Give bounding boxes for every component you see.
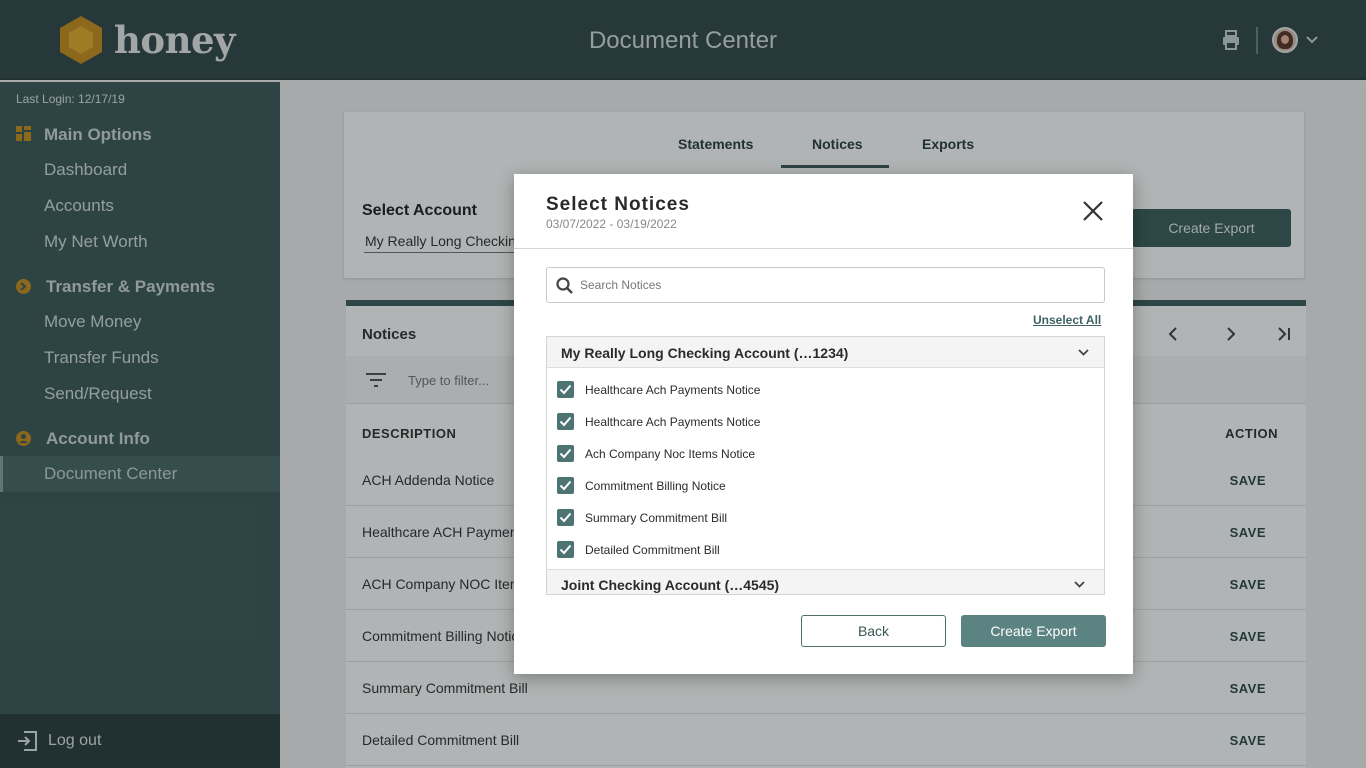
back-button[interactable]: Back xyxy=(801,615,946,647)
notice-label: Commitment Billing Notice xyxy=(585,479,726,493)
modal-divider xyxy=(514,248,1133,249)
notice-checkbox-row[interactable]: Summary Commitment Bill xyxy=(547,502,1104,534)
notice-checkbox-row[interactable]: Healthcare Ach Payments Notice xyxy=(547,406,1104,438)
checkbox-checked[interactable] xyxy=(557,541,574,558)
notice-checkbox-row[interactable]: Ach Company Noc Items Notice xyxy=(547,438,1104,470)
chevron-down-icon xyxy=(1074,581,1085,588)
search-icon xyxy=(556,277,573,294)
modal-title: Select Notices xyxy=(546,194,690,215)
checkbox-checked[interactable] xyxy=(557,381,574,398)
notice-checkbox-row[interactable]: Detailed Commitment Bill xyxy=(547,534,1104,566)
chevron-down-icon xyxy=(1078,349,1089,356)
notice-label: Healthcare Ach Payments Notice xyxy=(585,383,761,397)
notice-label: Detailed Commitment Bill xyxy=(585,543,720,557)
unselect-all-link[interactable]: Unselect All xyxy=(1033,313,1101,327)
checkbox-checked[interactable] xyxy=(557,477,574,494)
checkbox-checked[interactable] xyxy=(557,413,574,430)
checkbox-checked[interactable] xyxy=(557,509,574,526)
account-group-header[interactable]: Joint Checking Account (…4545) xyxy=(547,569,1104,594)
account-group-name: Joint Checking Account (…4545) xyxy=(561,577,780,593)
close-icon[interactable] xyxy=(1081,199,1105,223)
notice-label: Summary Commitment Bill xyxy=(585,511,728,525)
search-input[interactable] xyxy=(580,269,1100,301)
notice-label: Healthcare Ach Payments Notice xyxy=(585,415,761,429)
account-group-name: My Really Long Checking Account (…1234) xyxy=(561,345,849,361)
search-field[interactable] xyxy=(546,267,1105,303)
notice-checkbox-row[interactable]: Commitment Billing Notice xyxy=(547,470,1104,502)
checkbox-checked[interactable] xyxy=(557,445,574,462)
notices-list: My Really Long Checking Account (…1234) … xyxy=(546,336,1105,595)
notice-label: Ach Company Noc Items Notice xyxy=(585,447,756,461)
notice-checkbox-row[interactable]: Healthcare Ach Payments Notice xyxy=(547,374,1104,406)
account-group-header[interactable]: My Really Long Checking Account (…1234) xyxy=(547,337,1104,368)
create-export-button[interactable]: Create Export xyxy=(961,615,1106,647)
modal-date-range: 03/07/2022 - 03/19/2022 xyxy=(546,217,677,231)
select-notices-modal: Select Notices 03/07/2022 - 03/19/2022 U… xyxy=(514,174,1133,674)
